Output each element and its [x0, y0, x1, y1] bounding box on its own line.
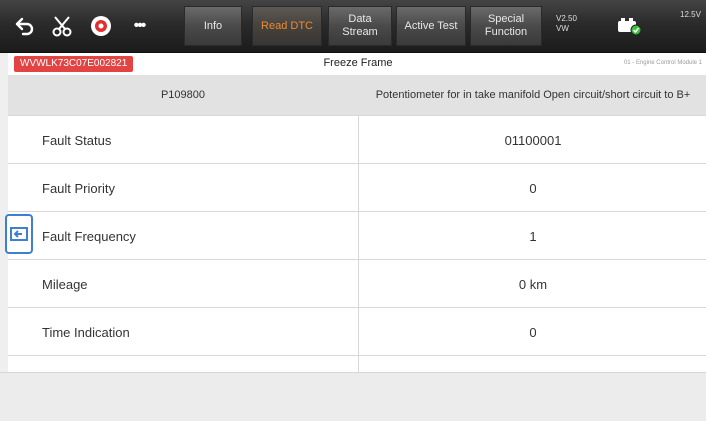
- dtc-code: P109800: [160, 89, 206, 101]
- tab-info[interactable]: Info: [184, 6, 242, 46]
- table-row: Time Indication 0: [8, 307, 706, 355]
- tab-data-stream[interactable]: Data Stream: [328, 6, 392, 46]
- vehicle-make: VW: [556, 24, 569, 33]
- battery-voltage: 12.5V: [680, 10, 701, 19]
- table-row: [8, 355, 706, 373]
- back-icon[interactable]: [8, 8, 42, 44]
- row-label: Fault Status: [42, 132, 112, 148]
- tab-read-dtc[interactable]: Read DTC: [252, 6, 322, 46]
- row-label: Mileage: [42, 276, 88, 292]
- page-title: Freeze Frame: [323, 57, 393, 69]
- version-info: V2.50 VW: [556, 14, 577, 34]
- toolbar: ••• Info Read DTC Data Stream Active Tes…: [0, 0, 706, 53]
- row-value: 1: [529, 228, 537, 244]
- tab-active-test[interactable]: Active Test: [396, 6, 466, 46]
- more-icon[interactable]: •••: [122, 8, 156, 44]
- dtc-description: Potentiometer for in take manifold Open …: [375, 89, 691, 101]
- row-value: 01100001: [504, 132, 562, 148]
- row-label: Time Indication: [42, 324, 130, 340]
- car-battery-icon[interactable]: [612, 8, 646, 44]
- row-value: 0 km: [518, 276, 548, 292]
- table-row: Fault Status 01100001: [8, 115, 706, 163]
- table-row: Fault Priority 0: [8, 163, 706, 211]
- row-value: 0: [529, 324, 537, 340]
- record-icon[interactable]: [84, 8, 118, 44]
- scissors-icon[interactable]: [46, 8, 80, 44]
- diagnostic-screen: ••• Info Read DTC Data Stream Active Tes…: [0, 0, 706, 421]
- table-row: Mileage 0 km: [8, 259, 706, 307]
- vin-badge: WVWLK73C07E002821: [14, 56, 134, 72]
- title-bar: WVWLK73C07E002821 Freeze Frame 01 - Engi…: [8, 53, 706, 75]
- arrow-left-icon: [10, 227, 28, 241]
- table-row: Fault Frequency 1: [8, 211, 706, 259]
- version-number: V2.50: [556, 14, 577, 23]
- row-label: Fault Frequency: [42, 228, 136, 244]
- bottom-bar: [0, 372, 706, 421]
- collapse-panel-button[interactable]: [5, 214, 33, 254]
- tab-special-function[interactable]: Special Function: [470, 6, 542, 46]
- row-label: Fault Priority: [42, 180, 115, 196]
- column-divider: [358, 115, 359, 375]
- row-value: 0: [529, 180, 537, 196]
- table-header: P109800 Potentiometer for in take manifo…: [8, 75, 706, 115]
- module-label: 01 - Engine Control Module 1: [623, 60, 702, 66]
